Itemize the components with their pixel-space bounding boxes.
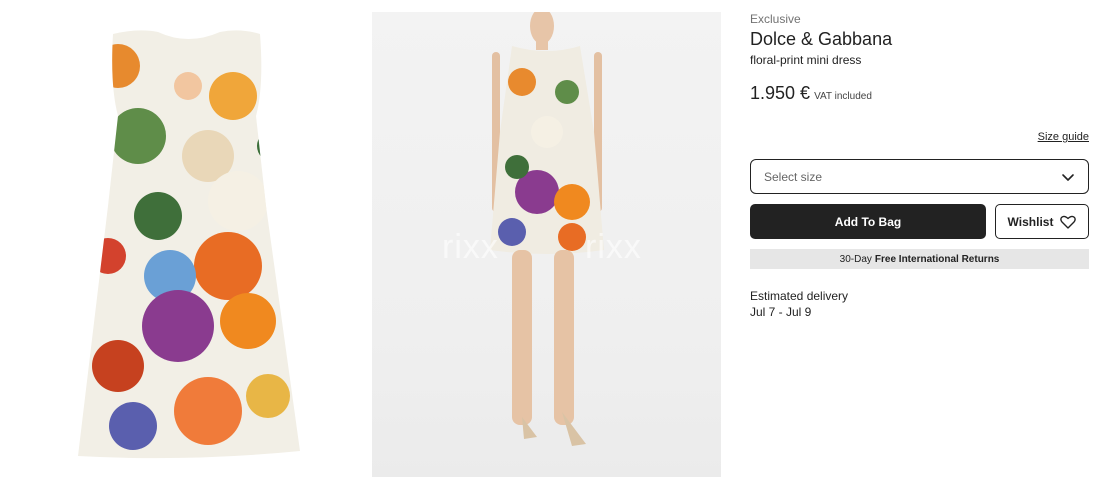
watermark-text: rixx [585,228,642,266]
size-select-placeholder: Select size [764,169,823,184]
vat-note: VAT included [814,91,872,102]
product-image-flat[interactable] [78,26,300,460]
returns-banner: 30-Day Free International Returns [750,249,1089,269]
size-guide-link[interactable]: Size guide [1038,131,1089,143]
estimated-delivery: Estimated delivery Jul 7 - Jul 9 [750,288,848,320]
add-to-bag-button[interactable]: Add To Bag [750,204,986,239]
wishlist-button[interactable]: Wishlist [995,204,1089,239]
price: 1.950 € [750,83,811,103]
model-illustration [490,12,604,446]
price-row: 1.950 € VAT included [750,83,1089,104]
dress-flat-illustration [78,30,300,459]
product-name: floral-print mini dress [750,53,862,67]
product-info-panel: Exclusive Dolce & Gabbana floral-print m… [750,12,1089,319]
returns-prefix: 30-Day [839,253,872,265]
wishlist-label: Wishlist [1007,214,1054,229]
delivery-label: Estimated delivery [750,289,849,303]
returns-bold: Free International Returns [874,253,1000,265]
action-buttons: Add To Bag Wishlist [750,204,1089,239]
heart-icon [1060,215,1077,229]
watermark-text: rixx [442,228,499,266]
chevron-down-icon [1062,173,1074,181]
brand-name[interactable]: Dolce & Gabbana [750,29,1089,49]
delivery-dates: Jul 7 - Jul 9 [750,305,812,319]
exclusive-tag: Exclusive [750,12,801,26]
size-select[interactable]: Select size [750,159,1089,194]
product-image-model[interactable] [372,12,721,477]
